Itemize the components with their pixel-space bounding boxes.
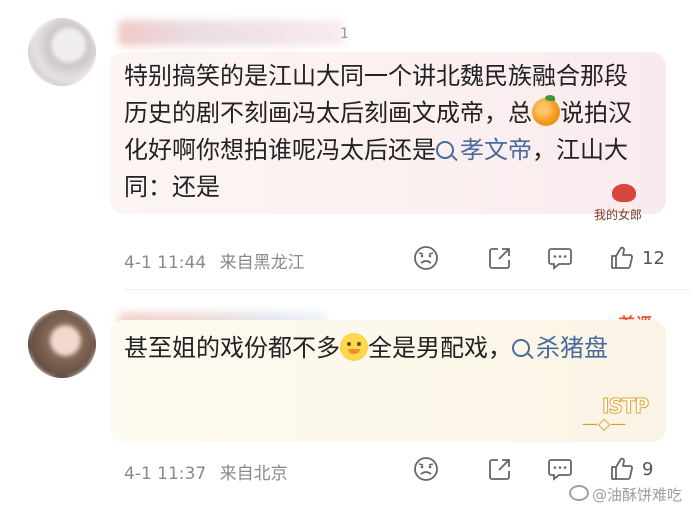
avatar[interactable] (28, 310, 96, 378)
dislike-icon[interactable] (412, 244, 440, 272)
comment-item: 首评 甚至姐的戏份都不多全是男配戏，杀猪盘 —◇— ISTP 4-1 11:37… (0, 290, 690, 508)
sticker-icon (612, 184, 636, 202)
avatar[interactable] (28, 18, 96, 86)
comment-text: 甚至姐的戏份都不多 全是男配戏， 杀猪盘 (124, 330, 644, 367)
fan-sticker: —◇— ISTP (582, 394, 650, 434)
like-count: 12 (642, 248, 665, 269)
like-count: 9 (642, 459, 654, 480)
search-icon (436, 141, 454, 159)
share-icon[interactable] (486, 455, 514, 483)
comment-location: 来自黑龙江 (219, 253, 305, 273)
topic-link[interactable]: 孝文帝 (436, 136, 532, 164)
fan-sticker: 我的女郎 (592, 184, 664, 226)
comment-text-part: 全是男配戏， (368, 334, 512, 362)
comment-location: 来自北京 (219, 464, 288, 484)
search-icon (512, 339, 530, 357)
comment-meta: 4-1 11:44 来自黑龙江 (124, 248, 305, 273)
orange-emoji (532, 95, 560, 126)
comment-icon[interactable] (546, 244, 574, 272)
username-suffix: 1 (340, 26, 349, 42)
share-icon[interactable] (486, 244, 514, 272)
comment-time: 4-1 11:37 (124, 464, 207, 484)
comment-text: 特别搞笑的是江山大同一个讲北魏民族融合那段历史的剧不刻画冯太后刻画文成帝，总 说拍… (124, 58, 644, 206)
comment-item: 1 特别搞笑的是江山大同一个讲北魏民族融合那段历史的剧不刻画冯太后刻画文成帝，总… (0, 0, 690, 290)
dislike-icon[interactable] (412, 455, 440, 483)
like-icon[interactable] (608, 244, 636, 272)
username-blurred[interactable] (118, 20, 346, 46)
comment-time: 4-1 11:44 (124, 253, 207, 273)
watermark: @油酥饼难吃 (568, 484, 682, 505)
weibo-icon (568, 485, 589, 501)
comment-icon[interactable] (546, 455, 574, 483)
comment-meta: 4-1 11:37 来自北京 (124, 459, 288, 484)
comment-text-part: 甚至姐的戏份都不多 (124, 334, 340, 362)
like-icon[interactable] (608, 455, 636, 483)
duck-emoji (340, 333, 368, 361)
topic-link[interactable]: 杀猪盘 (512, 334, 608, 362)
